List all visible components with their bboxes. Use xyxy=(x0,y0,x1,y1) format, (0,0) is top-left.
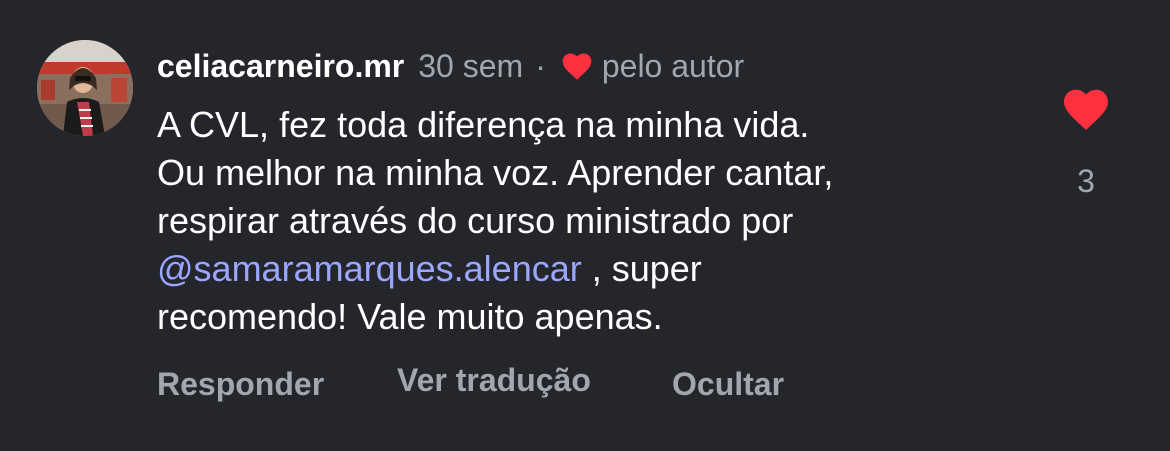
hide-button[interactable]: Ocultar xyxy=(672,366,784,403)
comment-text-line: Ou melhor na minha voz. Aprender cantar, xyxy=(157,152,834,193)
comment-header: celiacarneiro.mr 30 sem · pelo autor xyxy=(157,44,744,88)
comment-text-line: respirar através do curso ministrado por xyxy=(157,200,794,241)
avatar[interactable] xyxy=(37,40,133,136)
separator-dot: · xyxy=(535,47,546,84)
user-avatar-photo xyxy=(37,40,133,136)
comment-item: celiacarneiro.mr 30 sem · pelo autor A C… xyxy=(0,0,1170,451)
comment-text-line: A CVL, fez toda diferença na minha vida. xyxy=(157,104,810,145)
heart-icon xyxy=(562,53,592,80)
heart-filled-icon[interactable] xyxy=(1060,86,1112,132)
mention-link[interactable]: @samaramarques.alencar xyxy=(157,248,582,289)
comment-text: A CVL, fez toda diferença na minha vida.… xyxy=(157,101,1037,341)
like-count[interactable]: 3 xyxy=(1060,163,1112,200)
comment-text-line: @samaramarques.alencar , super xyxy=(157,245,1037,293)
liked-by-author-label: pelo autor xyxy=(601,47,745,84)
username-link[interactable]: celiacarneiro.mr xyxy=(157,48,404,85)
comment-text-fragment: , super xyxy=(581,248,702,289)
translate-button[interactable]: Ver tradução xyxy=(397,362,591,399)
timestamp: 30 sem xyxy=(418,47,524,84)
reply-button[interactable]: Responder xyxy=(157,366,324,403)
comment-text-line: recomendo! Vale muito apenas. xyxy=(157,296,663,337)
